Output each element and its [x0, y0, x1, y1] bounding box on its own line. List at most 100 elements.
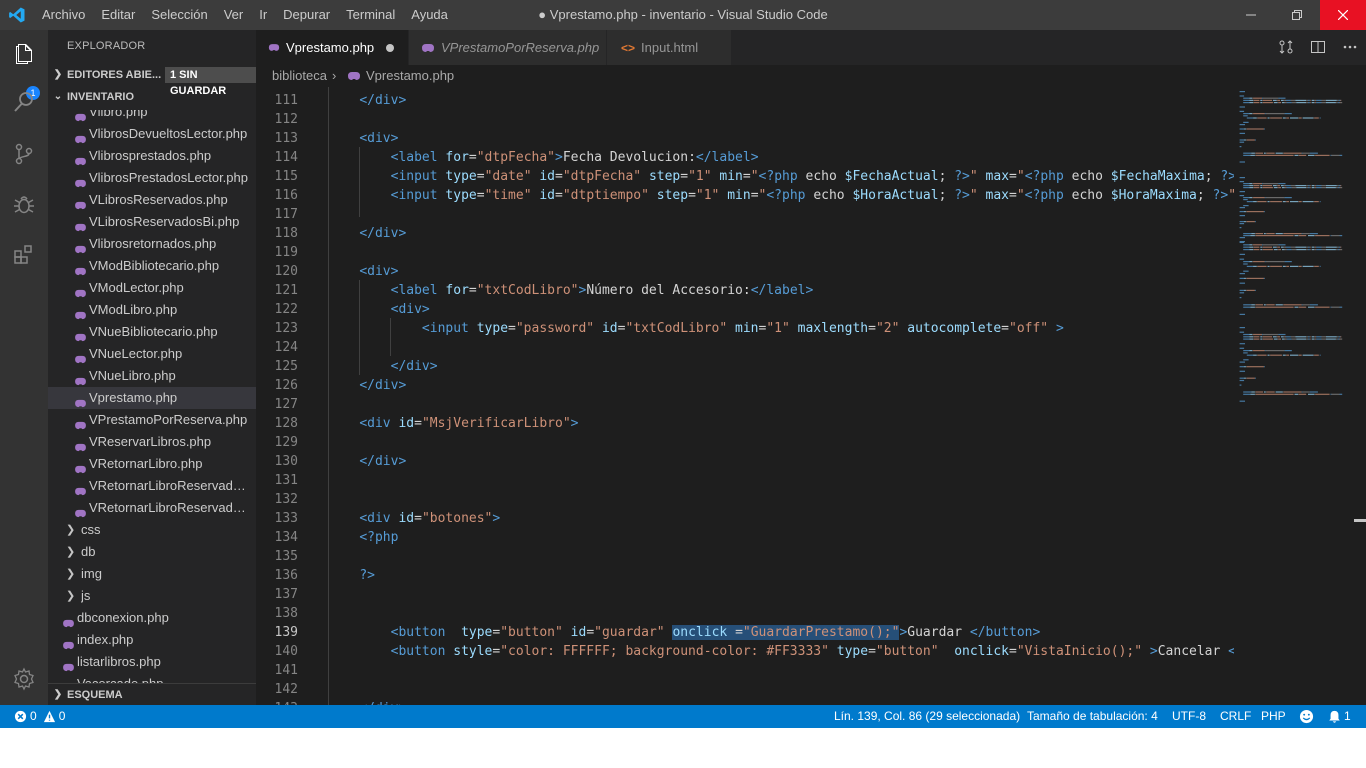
file-item[interactable]: VlibrosDevueltosLector.php	[48, 123, 256, 145]
minimap-mark	[1269, 201, 1271, 203]
file-item[interactable]: VModBibliotecario.php	[48, 255, 256, 277]
tab-vprestamo[interactable]: Vprestamo.php	[256, 30, 408, 65]
file-item[interactable]: Vlibro.php	[48, 110, 256, 123]
code-line[interactable]: <label for="dtpFecha">Fecha Devolucion:<…	[328, 148, 759, 167]
problems-indicator[interactable]: 0 0	[14, 705, 65, 728]
code-line[interactable]: ?>	[328, 566, 375, 585]
code-line[interactable]: </div>	[328, 224, 406, 243]
file-item[interactable]: Vlibrosprestados.php	[48, 145, 256, 167]
menu-item[interactable]: Archivo	[34, 0, 93, 30]
menu-item[interactable]: Terminal	[338, 0, 403, 30]
file-item[interactable]: VLibrosReservadosBi.php	[48, 211, 256, 233]
minimap-mark	[1314, 154, 1316, 156]
tab-input-html[interactable]: <> Input.html	[607, 30, 731, 65]
file-item[interactable]: listarlibros.php	[48, 651, 256, 673]
code-line[interactable]: <div id="MsjVerificarLibro">	[328, 414, 578, 433]
code-token: style	[453, 644, 493, 659]
file-item[interactable]: VModLibro.php	[48, 299, 256, 321]
language-mode[interactable]: PHP	[1261, 705, 1286, 728]
menu-item[interactable]: Ayuda	[403, 0, 456, 30]
menu-item[interactable]: Selección	[143, 0, 215, 30]
file-item[interactable]: VPrestamoPorReserva.php	[48, 409, 256, 431]
file-item[interactable]: VRetornarLibroReservado.p...	[48, 475, 256, 497]
file-item[interactable]: VRetornarLibroReservadoBi...	[48, 497, 256, 519]
menu-item[interactable]: Depurar	[275, 0, 338, 30]
file-item[interactable]: VlibrosPrestadosLector.php	[48, 167, 256, 189]
file-item[interactable]: Vprestamo.php	[48, 387, 256, 409]
minimap[interactable]	[1234, 87, 1354, 705]
breadcrumb-folder[interactable]: biblioteca	[272, 65, 327, 87]
minimap-mark	[1250, 306, 1255, 308]
code-line[interactable]: <?php	[328, 528, 398, 547]
file-item[interactable]: VReservarLibros.php	[48, 431, 256, 453]
vscode-window: Archivo Editar Selección Ver Ir Depurar Termin…	[0, 0, 1366, 728]
file-item[interactable]: VRetornarLibro.php	[48, 453, 256, 475]
outline-section[interactable]: ❯ ESQUEMA	[48, 683, 256, 705]
unsaved-dot-icon[interactable]	[386, 43, 395, 52]
folder-item[interactable]: ❯ db	[48, 541, 256, 563]
folder-item[interactable]: ❯ js	[48, 585, 256, 607]
file-label: VRetornarLibro.php	[89, 456, 203, 471]
code-line[interactable]: </div>	[328, 91, 406, 110]
file-item[interactable]: VNueBibliotecario.php	[48, 321, 256, 343]
code-line[interactable]: <div id="botones">	[328, 509, 500, 528]
code-editor[interactable]: 111 </div> 112 113 <div> 114 <label for="dt…	[256, 87, 1234, 705]
more-actions-icon[interactable]	[1342, 39, 1358, 55]
code-line[interactable]: <button type="button" id="guardar" oncli…	[328, 623, 1040, 642]
maximize-button[interactable]	[1274, 0, 1320, 30]
menu-item[interactable]: Ver	[216, 0, 252, 30]
folder-item[interactable]: ❯ css	[48, 519, 256, 541]
code-line[interactable]: <input type="date" id="dtpFecha" step="1…	[328, 167, 1234, 186]
code-token: "	[969, 169, 978, 184]
close-button[interactable]	[1320, 0, 1366, 30]
feedback-smiley-icon[interactable]	[1299, 709, 1314, 724]
file-encoding[interactable]: UTF-8	[1172, 705, 1206, 728]
minimap-mark	[1311, 187, 1315, 189]
minimap-mark	[1308, 246, 1310, 248]
minimap-mark	[1263, 233, 1266, 235]
code-line[interactable]: </div>	[328, 376, 406, 395]
activity-search[interactable]	[0, 78, 48, 126]
code-line[interactable]: <input type="password" id="txtCodLibro" …	[328, 319, 1064, 338]
file-item[interactable]: VNueLector.php	[48, 343, 256, 365]
code-line[interactable]: <input type="time" id="dtptiempo" step="…	[328, 186, 1234, 205]
menu-item[interactable]: Editar	[93, 0, 143, 30]
file-item[interactable]: dbconexion.php	[48, 607, 256, 629]
code-line[interactable]: <div>	[328, 129, 398, 148]
activity-manage[interactable]	[0, 655, 48, 703]
project-section[interactable]: ⌄ INVENTARIO	[48, 86, 256, 108]
file-item[interactable]: index.php	[48, 629, 256, 651]
split-editor-icon[interactable]	[1310, 39, 1326, 55]
code-line[interactable]: </div>	[328, 452, 406, 471]
code-line[interactable]: <label for="txtCodLibro">Número del Acce…	[328, 281, 814, 300]
activity-debug[interactable]	[0, 180, 48, 228]
file-item[interactable]: VLibrosReservados.php	[48, 189, 256, 211]
notifications-indicator[interactable]: 1	[1328, 705, 1351, 728]
code-line[interactable]: </div>	[328, 357, 438, 376]
tab-vprestamoporreserva[interactable]: VPrestamoPorReserva.php	[408, 30, 606, 65]
file-item[interactable]: VModLector.php	[48, 277, 256, 299]
activity-extensions[interactable]	[0, 230, 48, 278]
code-line[interactable]: <button style = "color: FFFFFF; background…	[328, 642, 1234, 661]
cursor-position[interactable]: Lín. 139, Col. 86 (29 seleccionada)	[834, 705, 1020, 728]
end-of-line[interactable]: CRLF	[1220, 705, 1251, 728]
php-file-icon	[74, 481, 86, 496]
minimap-mark	[1326, 187, 1336, 189]
activity-explorer[interactable]	[0, 30, 48, 78]
open-changes-icon[interactable]	[1278, 39, 1294, 55]
file-item[interactable]: Vlibrosretornados.php	[48, 233, 256, 255]
minimap-mark	[1306, 187, 1308, 189]
minimap-mark	[1311, 249, 1315, 251]
vertical-scrollbar[interactable]	[1354, 87, 1366, 705]
code-line[interactable]: <div>	[328, 300, 430, 319]
activity-source-control[interactable]	[0, 130, 48, 178]
minimize-button[interactable]	[1228, 0, 1274, 30]
menu-item[interactable]: Ir	[251, 0, 275, 30]
code-line[interactable]: <div>	[328, 262, 398, 281]
minimap-mark	[1337, 249, 1340, 251]
folder-item[interactable]: ❯ img	[48, 563, 256, 585]
tab-size[interactable]: Tamaño de tabulación: 4	[1027, 705, 1158, 728]
file-item[interactable]: VNueLibro.php	[48, 365, 256, 387]
open-editors-section[interactable]: ❯ EDITORES ABIE... 1 SIN GUARDAR	[48, 64, 256, 97]
breadcrumb-file[interactable]: Vprestamo.php	[366, 65, 454, 87]
